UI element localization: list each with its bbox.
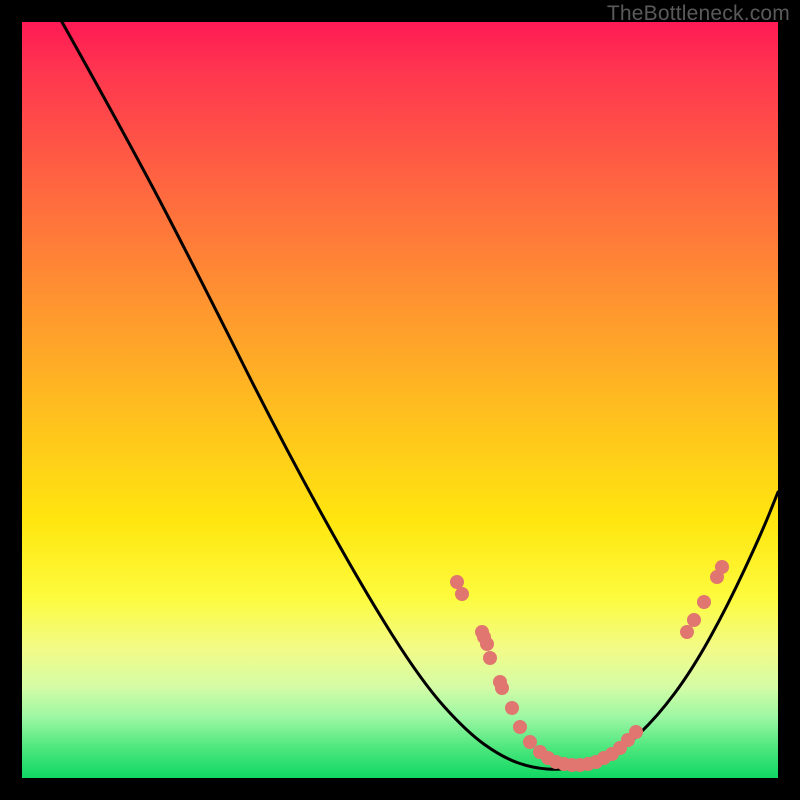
data-dot: [715, 560, 729, 574]
data-dot: [495, 681, 509, 695]
data-dot: [523, 735, 537, 749]
data-dot: [680, 625, 694, 639]
data-dots-group: [450, 560, 729, 772]
data-dot: [505, 701, 519, 715]
data-dot: [697, 595, 711, 609]
chart-area: [22, 22, 778, 778]
data-dot: [629, 725, 643, 739]
data-dot: [483, 651, 497, 665]
data-dot: [687, 613, 701, 627]
watermark-text: TheBottleneck.com: [607, 2, 790, 26]
data-dot: [450, 575, 464, 589]
bottleneck-curve: [62, 22, 778, 769]
data-dot: [455, 587, 469, 601]
chart-svg: [22, 22, 778, 778]
data-dot: [513, 720, 527, 734]
data-dot: [480, 637, 494, 651]
